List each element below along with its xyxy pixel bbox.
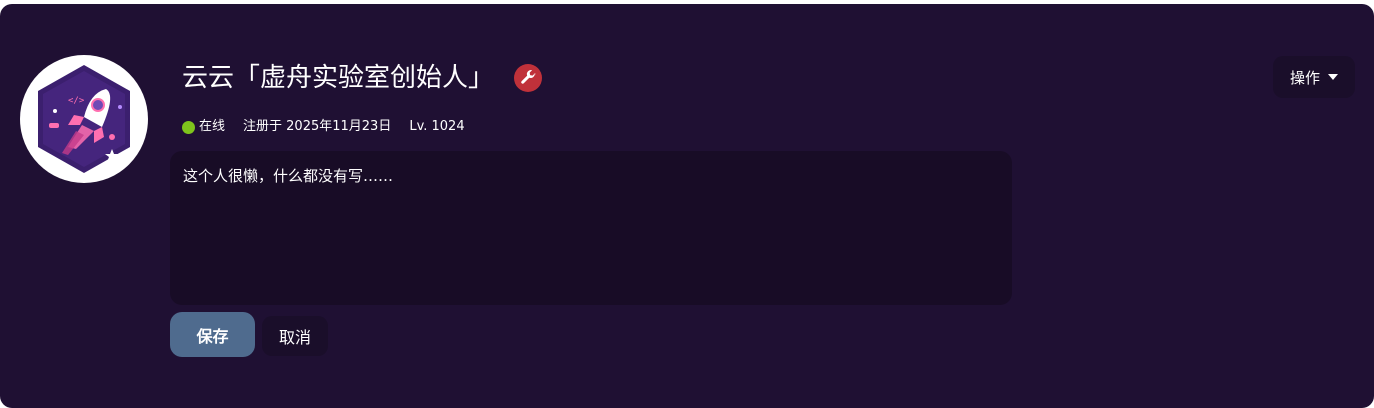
avatar[interactable]: </> bbox=[20, 55, 148, 183]
operations-dropdown-button[interactable]: 操作 bbox=[1273, 56, 1355, 98]
name-row: 云云「虚舟实验室创始人」 bbox=[182, 60, 543, 96]
user-level: Lv. 1024 bbox=[409, 119, 465, 134]
status-text: 在线 bbox=[199, 119, 226, 134]
caret-down-icon bbox=[1328, 74, 1338, 80]
bio-textarea[interactable]: 这个人很懒，什么都没有写…… bbox=[170, 151, 1012, 305]
bio-text: 这个人很懒，什么都没有写…… bbox=[183, 167, 394, 185]
rocket-icon: </> bbox=[38, 65, 130, 173]
meta-row: 在线 注册于 2025年11月23日 Lv. 1024 bbox=[182, 118, 465, 136]
save-button[interactable]: 保存 bbox=[170, 312, 255, 357]
cancel-button[interactable]: 取消 bbox=[262, 316, 328, 356]
admin-badge bbox=[514, 64, 543, 92]
user-name: 云云「虚舟实验室创始人」 bbox=[182, 63, 495, 93]
operations-label: 操作 bbox=[1289, 68, 1320, 87]
wrench-icon bbox=[521, 70, 536, 84]
svg-text:</>: </> bbox=[68, 96, 85, 106]
online-status-dot bbox=[182, 120, 195, 134]
registration-date: 注册于 2025年11月23日 bbox=[243, 119, 392, 134]
profile-card: </> 云云「虚舟实验室创始人」 在线 注册于 2025年11月23日 Lv. … bbox=[0, 4, 1374, 408]
